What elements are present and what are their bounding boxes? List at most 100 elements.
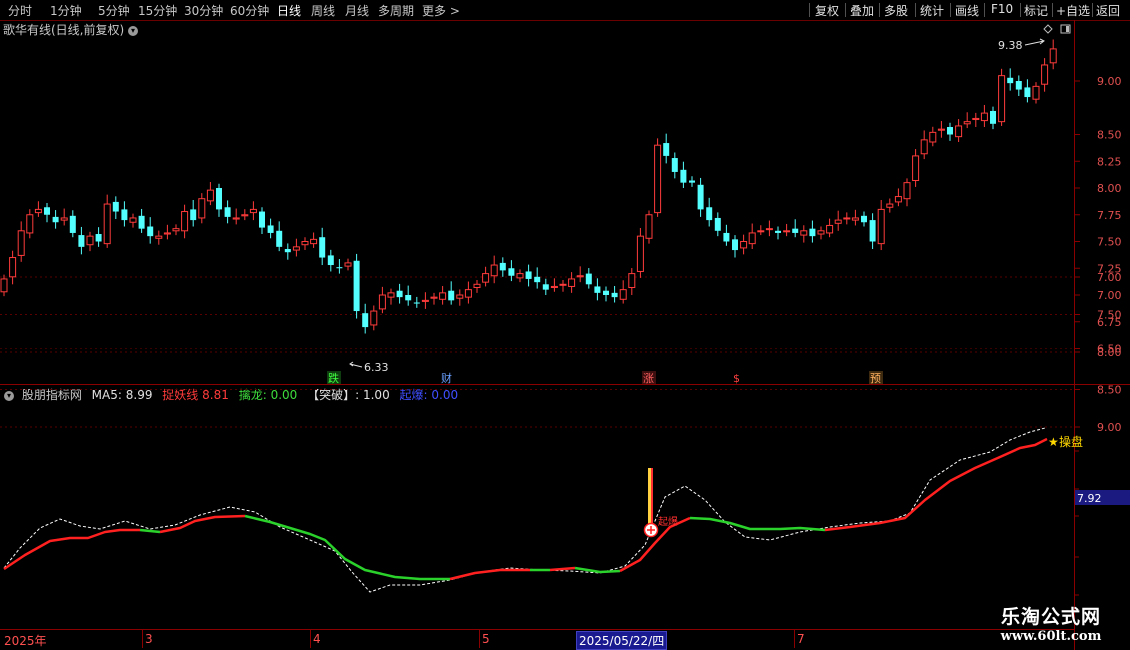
candle-body (1024, 87, 1031, 98)
y-tick-label: 7.00 (1097, 271, 1122, 284)
event-dollar-marker[interactable]: $ (733, 372, 740, 385)
event-rise-marker[interactable]: 涨 (643, 372, 654, 385)
candle-body (138, 215, 145, 229)
diamond-icon[interactable] (1043, 24, 1053, 34)
candle-body (249, 208, 257, 214)
event-finance-marker[interactable]: 财 (441, 371, 452, 385)
y-tick-label: 8.50 (1097, 384, 1122, 397)
candle-body (516, 273, 524, 279)
y-tick-label: 9.00 (1097, 421, 1122, 434)
candle-body (206, 189, 214, 202)
candle-body (34, 208, 42, 214)
y-tick-label: 8.00 (1097, 182, 1122, 195)
candle-body (172, 228, 180, 232)
catch-line (139, 528, 161, 534)
candle-body (439, 292, 447, 300)
candle-body (310, 238, 318, 245)
candle-body (594, 286, 601, 293)
candle-body (723, 232, 730, 242)
candle-body (843, 217, 851, 220)
candle-body (689, 180, 695, 183)
catch-line (689, 516, 826, 532)
candle-body (714, 217, 721, 231)
candle-body (95, 234, 102, 242)
candle-body (181, 211, 189, 232)
candle-body (732, 239, 738, 251)
candle-body (78, 235, 85, 247)
watermark: 乐淘公式网 www.60lt.com (976, 602, 1126, 648)
candle-body (1049, 48, 1057, 64)
candle-body (809, 228, 816, 237)
candle-body (370, 310, 378, 326)
event-fall-marker[interactable]: 跌 (328, 371, 339, 385)
candle-body (706, 207, 713, 221)
candles (0, 39, 1057, 334)
candle-body (292, 246, 300, 251)
candle-body (267, 225, 274, 233)
candle-body (740, 241, 748, 249)
y-tick-label: 7.50 (1097, 236, 1122, 249)
candle-body (550, 285, 558, 289)
candle-body (534, 276, 541, 283)
candle-body (542, 284, 549, 290)
candle-body (413, 302, 420, 304)
candle-body (327, 255, 334, 266)
candle-body (817, 230, 825, 235)
candle-body (259, 211, 265, 228)
candle-body (559, 283, 567, 286)
y-tick-label: 7.50 (1097, 309, 1122, 322)
candle-body (912, 155, 920, 182)
candle-body (155, 235, 163, 239)
ma5-line (3, 427, 1046, 593)
candle-body (344, 262, 352, 267)
candle-body (421, 299, 429, 302)
candle-body (628, 273, 636, 289)
candle-body (508, 268, 515, 276)
candle-body (680, 169, 687, 183)
breakout-marker-label: 起爆 (658, 516, 678, 528)
candle-body (190, 209, 197, 221)
candle-body (86, 235, 94, 246)
candle-body (757, 230, 765, 233)
candle-body (663, 143, 670, 156)
candle-body (800, 230, 808, 236)
candle-body (336, 267, 343, 269)
date-label-may: 5 (482, 632, 490, 646)
candle-body (69, 215, 76, 233)
kline-chart[interactable]: 9.008.508.258.007.757.507.257.006.756.50… (0, 0, 1130, 650)
candle-body (947, 127, 953, 135)
candle-body (26, 214, 34, 234)
star-icon: ★ (1048, 435, 1059, 449)
candle-body (671, 158, 678, 172)
candle-body (990, 110, 996, 124)
y-tick-label: 8.25 (1097, 155, 1122, 168)
candle-body (1041, 64, 1049, 85)
indicator-grid (0, 276, 1075, 428)
candle-body (387, 292, 395, 298)
low-price-label: 6.33 (364, 361, 389, 374)
candle-body (482, 273, 490, 283)
candle-body (603, 290, 609, 295)
candle-body (378, 294, 386, 310)
y-tick-label: 8.50 (1097, 129, 1122, 142)
candle-body (568, 278, 576, 287)
catch-line (159, 514, 246, 534)
candle-body (619, 289, 627, 300)
candle-body (60, 217, 68, 221)
indicator-y-axis: 9.00 8.50 8.00 7.50 7.00 (1075, 271, 1122, 596)
candle-body (1007, 77, 1014, 84)
candle-body (525, 271, 532, 279)
candle-body (121, 209, 128, 221)
candle-body (748, 232, 756, 245)
breakout-bar-edge (651, 468, 653, 524)
candle-body (611, 292, 618, 298)
date-label-jul: 7 (797, 632, 805, 646)
window-toggle-icon[interactable] (1060, 24, 1071, 34)
event-forecast-marker[interactable]: 预 (870, 372, 881, 385)
catch-line (824, 437, 1048, 532)
high-arrow-icon (1024, 38, 1045, 46)
candle-body (163, 232, 171, 235)
candle-body (697, 184, 704, 210)
candle-body (834, 219, 842, 224)
y-tick-label: 8.00 (1097, 346, 1122, 359)
